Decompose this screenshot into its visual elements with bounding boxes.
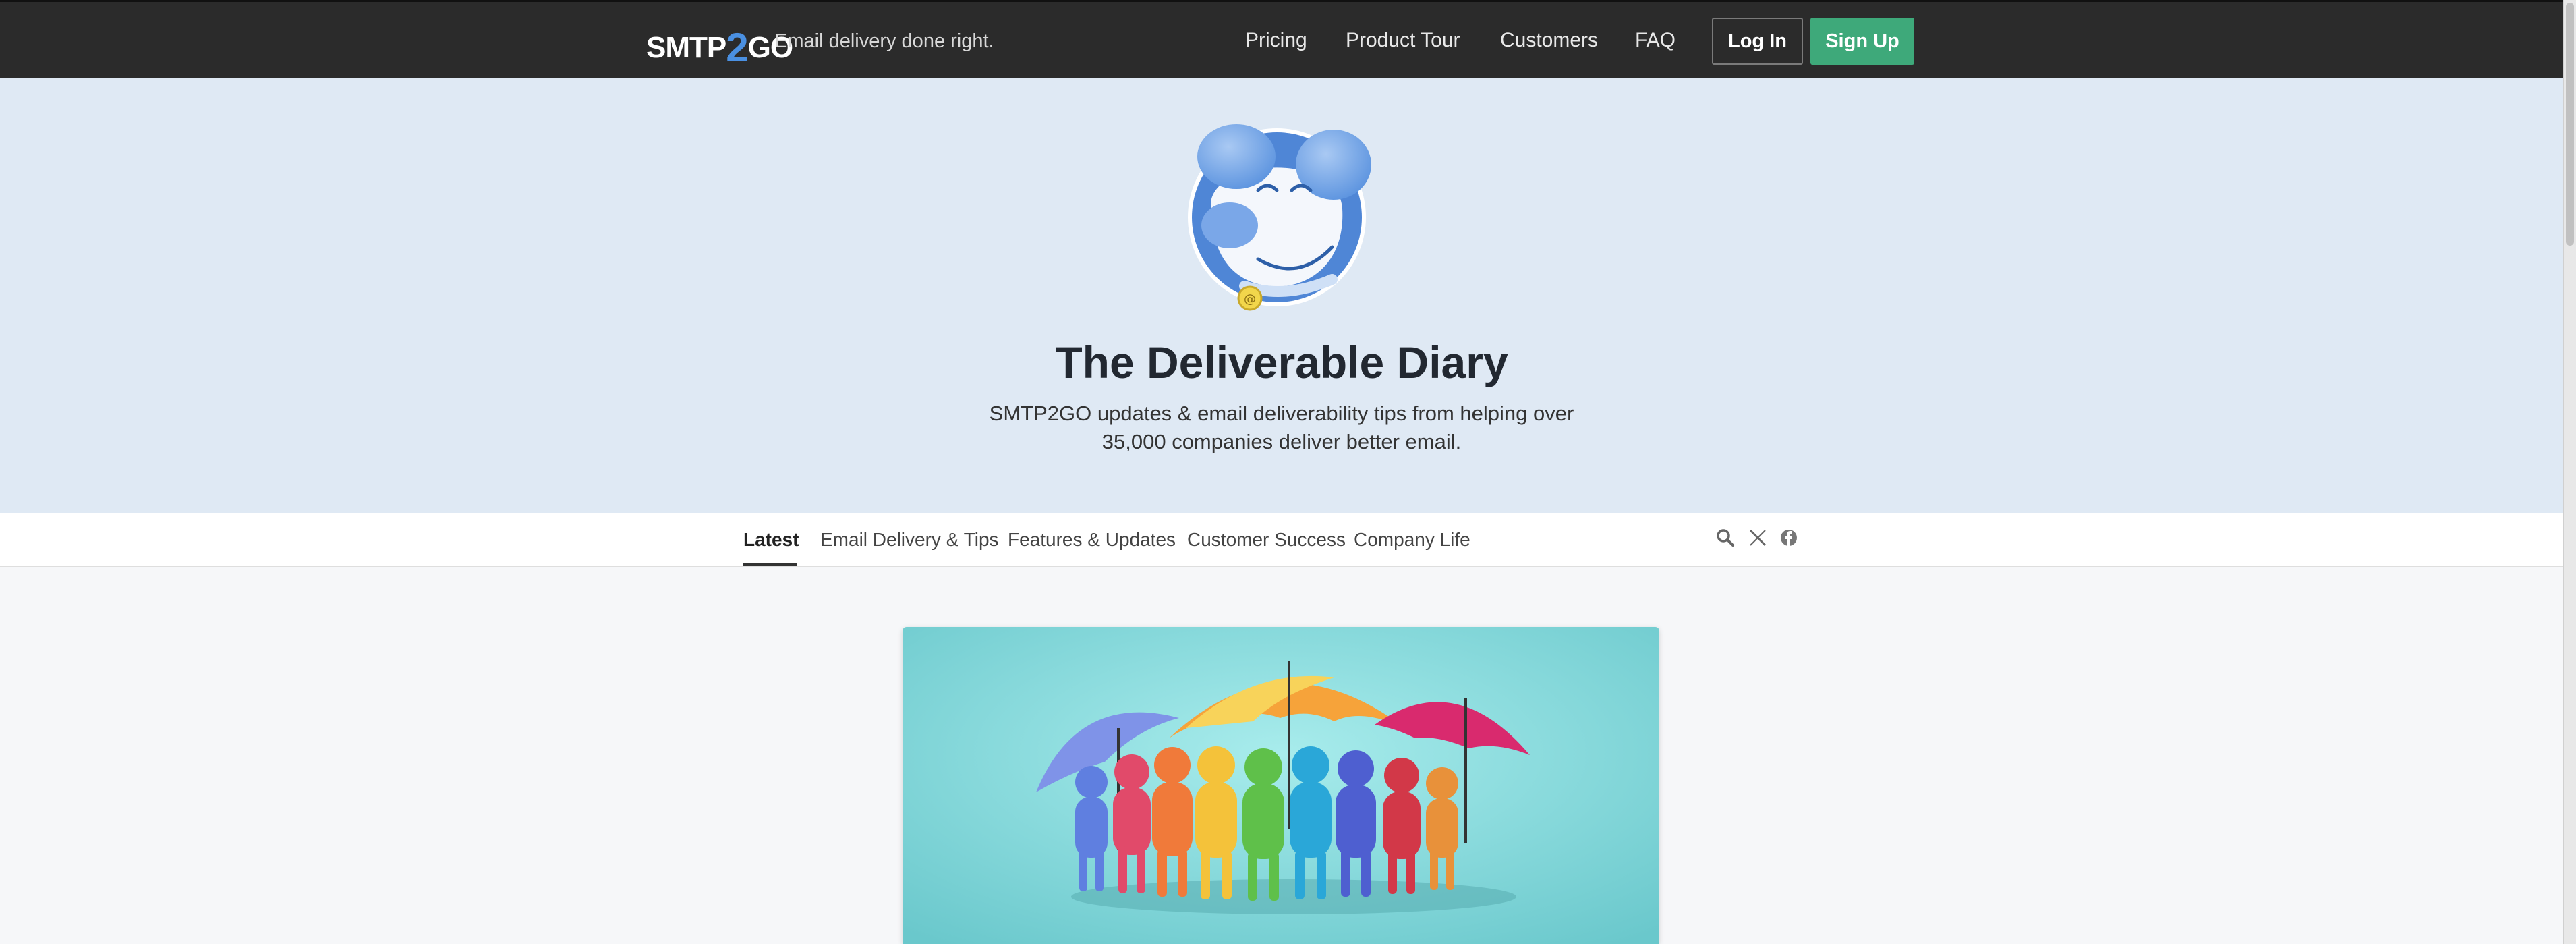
nav-faq[interactable]: FAQ (1635, 29, 1676, 52)
logo-text-two: 2 (726, 25, 748, 70)
signup-button[interactable]: Sign Up (1810, 18, 1914, 65)
search-icon[interactable] (1715, 527, 1736, 549)
tab-customer-success[interactable]: Customer Success (1187, 529, 1346, 551)
x-twitter-icon[interactable] (1747, 527, 1769, 549)
page-scrollbar[interactable] (2563, 0, 2576, 944)
top-navbar: SMTP2GO Email delivery done right. Prici… (0, 0, 2563, 78)
tab-features-updates[interactable]: Features & Updates (1008, 529, 1176, 551)
page-subtitle: SMTP2GO updates & email deliverability t… (989, 401, 1574, 453)
svg-text:@: @ (1244, 292, 1256, 306)
nav-product-tour[interactable]: Product Tour (1346, 29, 1460, 52)
dog-mascot-icon: @ (1188, 124, 1371, 311)
active-tab-indicator (743, 563, 797, 566)
tab-email-delivery-tips[interactable]: Email Delivery & Tips (820, 529, 999, 551)
page-title: The Deliverable Diary (1055, 337, 1508, 387)
umbrella-figures-illustration (903, 627, 1659, 944)
tagline: Email delivery done right. (774, 30, 994, 52)
facebook-icon[interactable] (1778, 527, 1800, 549)
hero-section: @ The Deliverable Diary SMTP2GO updates … (0, 78, 2563, 513)
logo-text-pre: SMTP (646, 31, 726, 64)
scrollbar-thumb[interactable] (2566, 3, 2574, 246)
nav-pricing[interactable]: Pricing (1245, 29, 1307, 52)
featured-post-image[interactable] (903, 627, 1659, 944)
smtp2go-logo[interactable]: SMTP2GO (646, 21, 793, 68)
login-button[interactable]: Log In (1712, 18, 1803, 65)
nav-customers[interactable]: Customers (1500, 29, 1598, 52)
tab-latest[interactable]: Latest (743, 529, 799, 551)
tab-company-life[interactable]: Company Life (1354, 529, 1470, 551)
category-tabs: Latest Email Delivery & Tips Features & … (0, 513, 2563, 567)
